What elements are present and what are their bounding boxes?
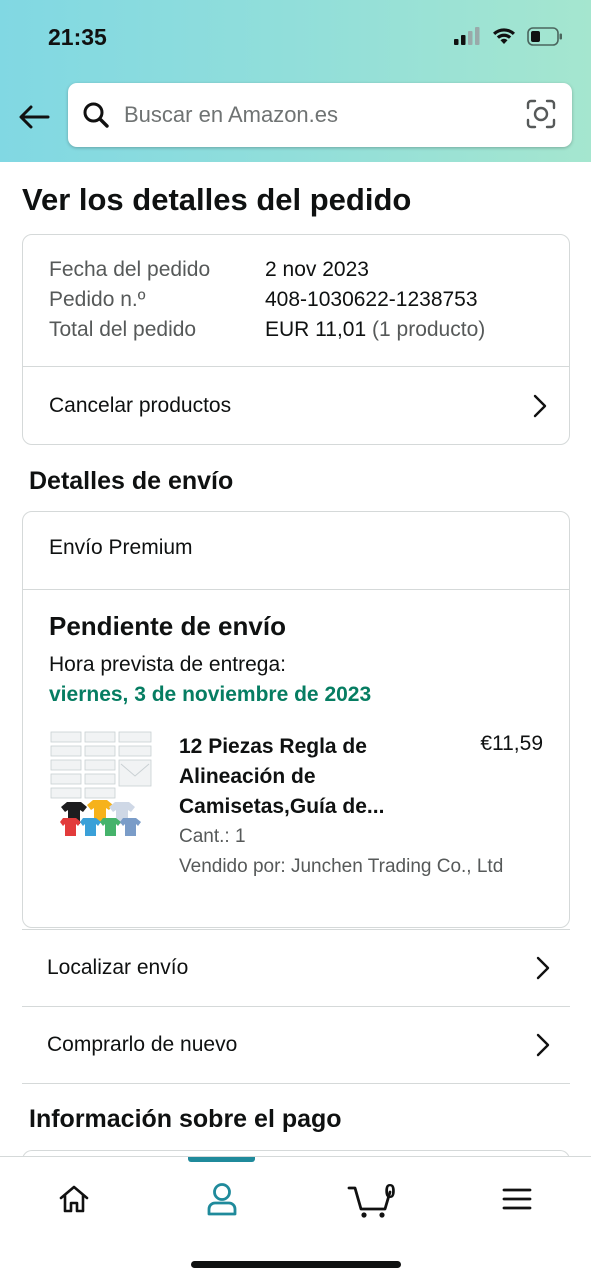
search-bar[interactable]: [68, 83, 572, 147]
arrow-left-icon: [19, 105, 50, 129]
status-icons: [453, 26, 563, 46]
home-indicator[interactable]: [191, 1261, 401, 1268]
order-date-value: 2 nov 2023: [265, 258, 369, 281]
order-date-label: Fecha del pedido: [49, 258, 211, 281]
shipping-section-title: Detalles de envío: [29, 467, 234, 495]
product-thumbnail[interactable]: [49, 730, 155, 838]
product-price: €11,59: [480, 732, 543, 755]
status-time: 21:35: [48, 24, 107, 50]
order-total-items: (1 producto): [372, 318, 486, 341]
buy-again-link[interactable]: Comprarlo de nuevo: [22, 1006, 570, 1083]
delivery-estimate-label: Hora prevista de entrega:: [49, 653, 286, 676]
back-button[interactable]: [14, 98, 54, 136]
cancel-products-link[interactable]: Cancelar productos: [23, 367, 569, 445]
hamburger-menu-icon: [502, 1188, 532, 1210]
cart-count-badge: 0: [384, 1181, 396, 1203]
order-number-label: Pedido n.º: [49, 288, 146, 311]
order-summary-card: Fecha del pedido 2 nov 2023 Pedido n.º 4…: [22, 234, 570, 445]
order-total-value: EUR 11,01 (1 producto): [265, 318, 485, 342]
tab-menu[interactable]: [477, 1169, 557, 1229]
cancel-products-label: Cancelar productos: [49, 394, 232, 417]
product-title-link[interactable]: 12 Piezas Regla de Alineación de Camiset…: [179, 732, 429, 822]
order-number-value: 408-1030622-1238753: [265, 288, 478, 311]
active-tab-indicator: [188, 1157, 255, 1162]
divider: [23, 589, 569, 590]
search-icon: [83, 102, 109, 128]
buy-again-label: Comprarlo de nuevo: [47, 1032, 238, 1056]
track-package-label: Localizar envío: [47, 955, 189, 979]
shipping-method: Envío Premium: [49, 536, 193, 559]
tab-home[interactable]: [34, 1169, 114, 1229]
person-icon: [207, 1183, 237, 1216]
home-icon: [59, 1185, 89, 1213]
wifi-icon: [493, 28, 515, 44]
app-header: 21:35: [0, 0, 591, 162]
cart-icon-wrap: 0: [347, 1179, 396, 1219]
track-package-link[interactable]: Localizar envío: [22, 929, 570, 1006]
order-total-label: Total del pedido: [49, 318, 197, 341]
product-quantity: Cant.: 1: [179, 826, 246, 847]
product-seller: Vendido por: Junchen Trading Co., Ltd: [179, 856, 504, 877]
tab-account[interactable]: [182, 1169, 262, 1229]
page-title: Ver los detalles del pedido: [22, 182, 412, 217]
payment-section-title: Información sobre el pago: [29, 1105, 342, 1133]
search-input[interactable]: [124, 95, 514, 135]
tab-cart[interactable]: 0: [330, 1169, 410, 1229]
shipment-status: Pendiente de envío: [49, 611, 286, 641]
chevron-right-icon: [533, 394, 547, 418]
order-total-amount: EUR 11,01: [265, 318, 367, 341]
divider: [22, 1083, 570, 1084]
chevron-right-icon: [536, 956, 550, 979]
battery-icon: [527, 26, 562, 46]
delivery-estimate-date: viernes, 3 de noviembre de 2023: [49, 683, 372, 706]
shipment-card: Envío Premium Pendiente de envío Hora pr…: [22, 511, 570, 928]
camera-scan-icon[interactable]: [526, 99, 556, 129]
cellular-signal-icon: [454, 27, 480, 45]
chevron-right-icon: [536, 1033, 550, 1056]
